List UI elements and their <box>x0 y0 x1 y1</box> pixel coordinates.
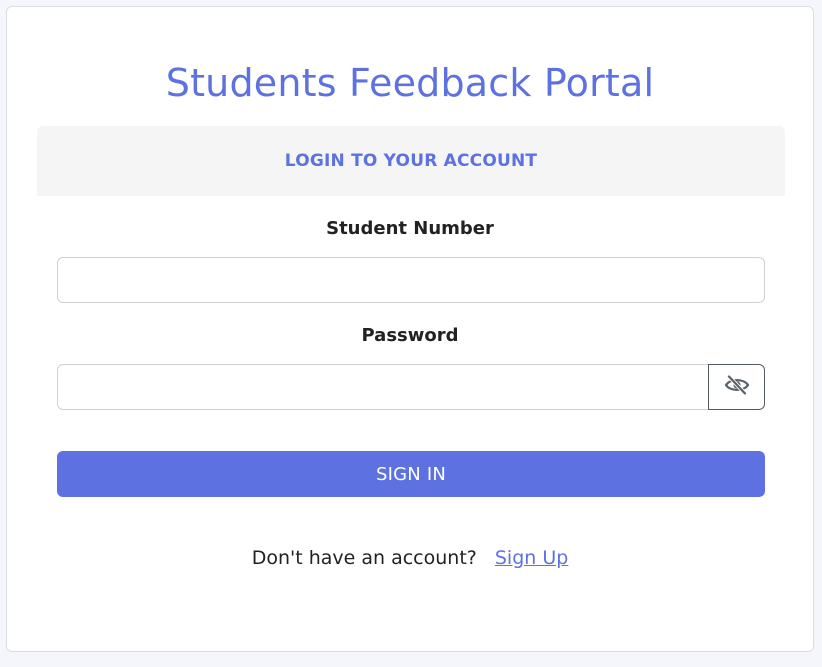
sign-up-link[interactable]: Sign Up <box>495 547 568 569</box>
signup-row: Don't have an account? Sign Up <box>7 547 813 569</box>
portal-title: Students Feedback Portal <box>165 61 655 105</box>
eye-slash-icon <box>724 375 750 399</box>
sign-in-button[interactable]: SIGN IN <box>57 451 765 497</box>
toggle-password-visibility-button[interactable] <box>708 364 765 410</box>
password-input[interactable] <box>57 364 709 410</box>
student-number-label: Student Number <box>326 218 494 239</box>
student-number-input[interactable] <box>57 257 765 303</box>
password-label: Password <box>361 325 459 346</box>
card-header-title: LOGIN TO YOUR ACCOUNT <box>284 151 538 171</box>
login-card: Students Feedback Portal LOGIN TO YOUR A… <box>6 6 814 652</box>
no-account-text: Don't have an account? <box>251 547 477 569</box>
card-header: LOGIN TO YOUR ACCOUNT <box>37 126 785 196</box>
